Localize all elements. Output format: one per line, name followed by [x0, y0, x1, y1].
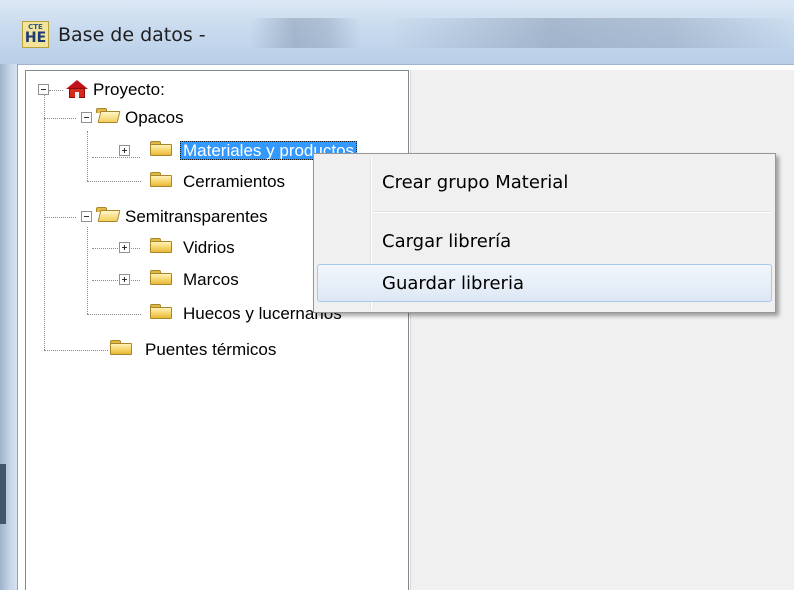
- expand-marcos-button[interactable]: [119, 274, 130, 285]
- folder-icon: [150, 141, 172, 156]
- menu-separator: [374, 211, 771, 213]
- tree-node-label: Vidrios: [183, 238, 235, 257]
- expand-vidrios-button[interactable]: [119, 242, 130, 253]
- collapse-opacos-button[interactable]: [81, 112, 92, 123]
- menu-item-guardar-libreria[interactable]: Guardar libreria: [317, 264, 772, 302]
- folder-icon: [150, 304, 172, 319]
- tree-node-label: Puentes térmicos: [145, 340, 277, 359]
- tree-node-proyecto[interactable]: Proyecto:: [90, 79, 168, 101]
- app-icon[interactable]: CTE HE: [22, 21, 49, 48]
- folder-open-icon: [96, 207, 121, 222]
- tree-node-label: Proyecto:: [93, 80, 165, 99]
- tree-node-label: Semitransparentes: [125, 207, 268, 226]
- tree-node-label: Opacos: [125, 108, 184, 127]
- app-icon-bottom-text: HE: [24, 30, 47, 46]
- folder-open-icon: [96, 108, 121, 123]
- tree-node-label: Marcos: [183, 270, 239, 289]
- house-icon: [66, 80, 88, 98]
- title-bar[interactable]: CTE HE Base de datos -: [0, 0, 794, 65]
- menu-item-cargar-libreria[interactable]: Cargar librería: [317, 223, 772, 261]
- collapse-root-button[interactable]: [38, 84, 49, 95]
- tree-node-label: Cerramientos: [183, 172, 286, 191]
- context-menu: Crear grupo Material Cargar librería Gua…: [313, 153, 776, 313]
- tree-node-puentes[interactable]: Puentes térmicos: [142, 339, 279, 361]
- tree-node-vidrios[interactable]: Vidrios: [180, 237, 238, 259]
- folder-icon: [150, 270, 172, 285]
- window-title: Base de datos -: [58, 24, 206, 46]
- tree-view[interactable]: Proyecto: Opacos Materiales y productos …: [25, 70, 409, 590]
- tree-node-marcos[interactable]: Marcos: [180, 269, 242, 291]
- expand-materiales-button[interactable]: [119, 145, 130, 156]
- menu-item-label: Cargar librería: [382, 231, 512, 252]
- tree-node-cerramientos[interactable]: Cerramientos: [180, 171, 288, 193]
- tree-node-opacos[interactable]: Opacos: [122, 107, 187, 129]
- folder-icon: [150, 172, 172, 187]
- folder-icon: [150, 238, 172, 253]
- folder-icon: [110, 340, 132, 355]
- menu-item-label: Crear grupo Material: [382, 172, 569, 193]
- tree-node-semitransparentes[interactable]: Semitransparentes: [122, 206, 271, 228]
- detail-panel: [410, 70, 794, 590]
- menu-item-crear-grupo[interactable]: Crear grupo Material: [317, 164, 772, 202]
- window-left-frame: [0, 64, 18, 590]
- collapse-semitransparentes-button[interactable]: [81, 211, 92, 222]
- menu-item-label: Guardar libreria: [382, 273, 524, 294]
